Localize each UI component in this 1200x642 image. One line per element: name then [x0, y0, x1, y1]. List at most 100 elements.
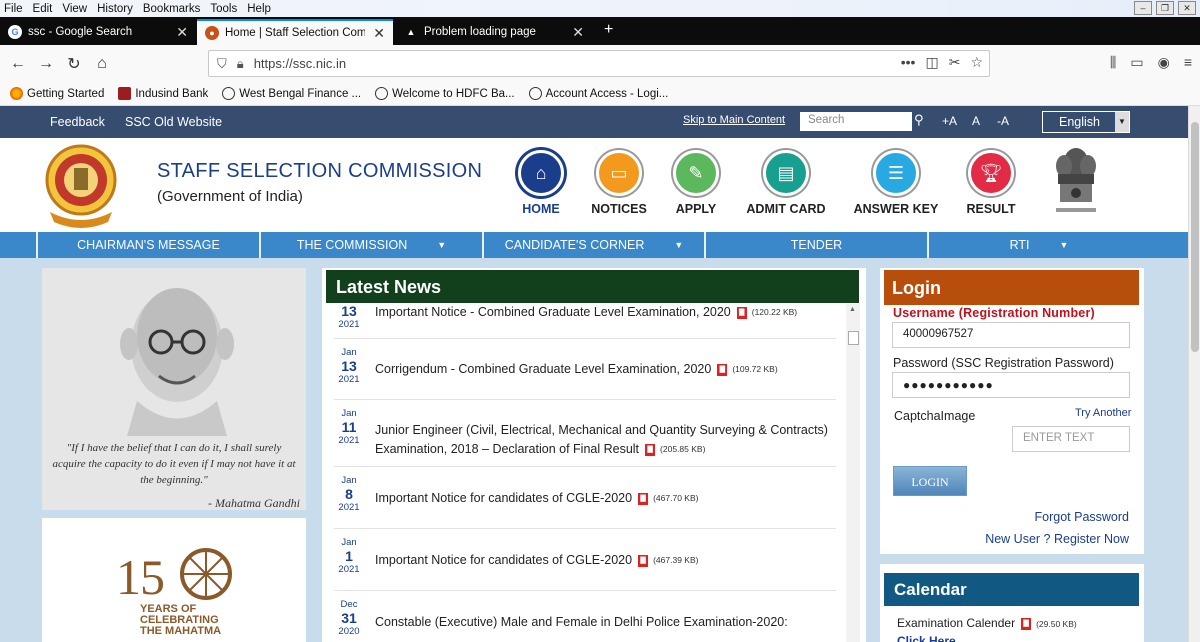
- news-text[interactable]: Corrigendum - Combined Graduate Level Ex…: [375, 360, 835, 379]
- close-tab-icon[interactable]: ✕: [176, 24, 188, 41]
- firefox-icon: [10, 87, 23, 100]
- pocket-icon[interactable]: ◫: [925, 54, 938, 71]
- news-item[interactable]: Jan 8 2021 Important Notice for candidates…: [334, 467, 836, 529]
- page-scroll-thumb[interactable]: [1191, 122, 1199, 352]
- hamburger-menu-icon[interactable]: ≡: [1184, 54, 1192, 71]
- font-decrease-button[interactable]: -A: [997, 114, 1009, 128]
- bookmark-label: Indusind Bank: [135, 87, 209, 100]
- news-day: 11: [341, 419, 357, 435]
- news-date: Jan 11 2021: [334, 408, 364, 446]
- username-input[interactable]: 40000967527: [892, 322, 1130, 348]
- old-website-link[interactable]: SSC Old Website: [125, 115, 222, 129]
- url-text[interactable]: https://ssc.nic.in: [254, 56, 346, 71]
- news-month: Dec: [340, 599, 358, 610]
- menu-help[interactable]: Help: [247, 3, 271, 15]
- nav-label: HOME: [522, 202, 560, 216]
- menu-view[interactable]: View: [62, 3, 87, 15]
- lock-icon[interactable]: 🔒︎: [237, 56, 244, 72]
- bookmark-indusind[interactable]: Indusind Bank: [118, 87, 208, 100]
- font-increase-button[interactable]: +A: [942, 114, 957, 128]
- captcha-input[interactable]: ENTER TEXT: [1012, 426, 1130, 452]
- news-day: 1: [345, 548, 353, 564]
- screenshot-icon[interactable]: ✂: [949, 54, 961, 71]
- menu-chairmans-message[interactable]: CHAIRMAN'S MESSAGE: [36, 232, 259, 258]
- account-icon[interactable]: ◉: [1158, 54, 1170, 71]
- news-item[interactable]: Jan 13 2021 Corrigendum - Combined Graduat…: [334, 339, 836, 400]
- feedback-link[interactable]: Feedback: [50, 115, 105, 129]
- menu-file[interactable]: File: [4, 3, 23, 15]
- nav-apply[interactable]: ✎ APPLY: [651, 150, 741, 216]
- news-list[interactable]: 13 2021 Important Notice - Combined Gradu…: [334, 303, 848, 642]
- menu-label: RTI: [1009, 238, 1030, 252]
- menu-tools[interactable]: Tools: [210, 3, 237, 15]
- skip-to-main-link[interactable]: Skip to Main Content: [683, 114, 785, 126]
- nav-label: APPLY: [675, 202, 717, 216]
- news-day: 31: [341, 610, 357, 626]
- home-browser-icon[interactable]: ⌂: [88, 55, 116, 73]
- library-icon[interactable]: ⫼: [1110, 54, 1116, 71]
- news-text[interactable]: Constable (Executive) Male and Female in…: [375, 613, 835, 632]
- close-tab-icon[interactable]: ✕: [373, 25, 385, 42]
- new-tab-button[interactable]: +: [604, 21, 613, 39]
- menu-rti[interactable]: RTI ▼: [927, 232, 1149, 258]
- close-tab-icon[interactable]: ✕: [572, 24, 584, 41]
- file-size: (467.39 KB): [653, 555, 699, 566]
- scroll-thumb[interactable]: [848, 331, 859, 345]
- reload-icon[interactable]: ↻: [60, 54, 88, 74]
- nav-answer-key[interactable]: ☰ ANSWER KEY: [851, 150, 941, 216]
- menu-edit[interactable]: Edit: [33, 3, 53, 15]
- login-button[interactable]: LOGIN: [893, 466, 967, 496]
- search-icon[interactable]: ⚲: [914, 112, 924, 128]
- sidebar-icon[interactable]: ▭: [1130, 54, 1143, 71]
- bookmark-account-access[interactable]: Account Access - Logi...: [528, 87, 668, 100]
- bookmark-label: Getting Started: [27, 87, 105, 100]
- news-text[interactable]: Important Notice - Combined Graduate Lev…: [375, 303, 835, 322]
- register-link[interactable]: New User ? Register Now: [985, 532, 1129, 546]
- caret-down-icon: ▼: [1059, 240, 1069, 250]
- news-scrollbar[interactable]: ▲: [846, 303, 860, 642]
- news-text[interactable]: Important Notice for candidates of CGLE-…: [375, 489, 835, 508]
- try-another-link[interactable]: Try Another: [1075, 407, 1131, 419]
- menu-bookmarks[interactable]: Bookmarks: [143, 3, 201, 15]
- nav-result[interactable]: 🏆︎ RESULT: [946, 150, 1036, 216]
- svg-text:1: 1: [116, 549, 141, 602]
- bookmark-wb-finance[interactable]: West Bengal Finance ...: [222, 87, 361, 100]
- font-normal-button[interactable]: A: [972, 114, 980, 128]
- news-text[interactable]: Junior Engineer (Civil, Electrical, Mech…: [375, 421, 835, 459]
- menu-candidates-corner[interactable]: CANDIDATE'S CORNER ▼: [482, 232, 704, 258]
- close-window-icon[interactable]: ✕: [1178, 1, 1196, 15]
- page-actions-icon[interactable]: •••: [901, 54, 916, 71]
- url-bar[interactable]: ⛉ 🔒︎ https://ssc.nic.in ••• ◫ ✂ ☆: [208, 50, 990, 77]
- tab-ssc-home[interactable]: ● Home | Staff Selection Commis ✕: [197, 19, 393, 45]
- forgot-password-link[interactable]: Forgot Password: [1035, 510, 1129, 524]
- page-scrollbar[interactable]: [1188, 106, 1200, 642]
- nav-home[interactable]: ⌂ HOME: [496, 150, 586, 216]
- menu-the-commission[interactable]: THE COMMISSION ▼: [259, 232, 482, 258]
- bookmark-getting-started[interactable]: Getting Started: [10, 87, 104, 100]
- menu-history[interactable]: History: [97, 3, 133, 15]
- pdf-icon: ▇: [645, 443, 656, 456]
- back-icon[interactable]: ←: [4, 55, 32, 73]
- menu-tender[interactable]: TENDER: [704, 232, 927, 258]
- scroll-up-icon[interactable]: ▲: [849, 306, 856, 313]
- shield-icon[interactable]: ⛉: [217, 56, 227, 72]
- news-text[interactable]: Important Notice for candidates of CGLE-…: [375, 551, 835, 570]
- nav-admit-card[interactable]: ▤ ADMIT CARD: [741, 150, 831, 216]
- restore-icon[interactable]: ❐: [1156, 1, 1174, 15]
- click-here-link[interactable]: Click Here: [897, 634, 956, 642]
- site-search-input[interactable]: Search: [800, 112, 912, 131]
- tab-problem-loading[interactable]: ▲ Problem loading page ✕: [396, 19, 592, 45]
- news-item[interactable]: Jan 11 2021 Junior Engineer (Civil, Electr…: [334, 400, 836, 467]
- bookmark-hdfc[interactable]: Welcome to HDFC Ba...: [375, 87, 515, 100]
- tab-google-search[interactable]: G ssc - Google Search ✕: [0, 19, 196, 45]
- minimize-icon[interactable]: –: [1134, 1, 1152, 15]
- news-item[interactable]: 13 2021 Important Notice - Combined Gradu…: [334, 303, 836, 339]
- calendar-link[interactable]: Examination Calender ▇ (29.50 KB): [897, 616, 1077, 630]
- news-item[interactable]: Jan 1 2021 Important Notice for candidates…: [334, 529, 836, 591]
- forward-icon[interactable]: →: [32, 55, 60, 73]
- news-item[interactable]: Dec 31 2020 Constable (Executive) Male and…: [334, 591, 836, 642]
- tab-title: ssc - Google Search: [28, 26, 133, 38]
- password-input[interactable]: ●●●●●●●●●●●: [892, 372, 1130, 398]
- star-icon[interactable]: ☆: [970, 54, 983, 71]
- language-select[interactable]: English ▼: [1042, 111, 1130, 133]
